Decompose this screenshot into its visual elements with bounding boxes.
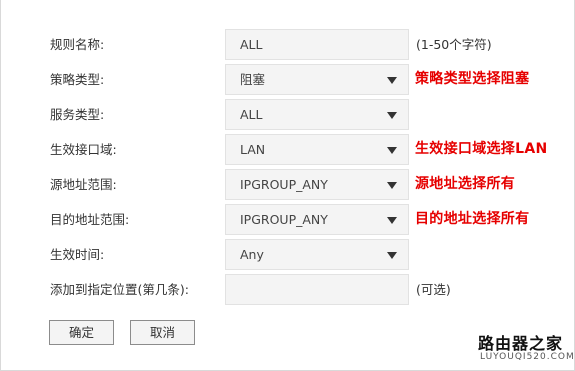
destination-address-label: 目的地址范围: bbox=[50, 212, 130, 227]
service-type-select[interactable]: ALL bbox=[225, 99, 409, 130]
service-type-label: 服务类型: bbox=[50, 107, 105, 122]
confirm-button[interactable]: 确定 bbox=[49, 320, 114, 345]
policy-type-value: 阻塞 bbox=[240, 72, 266, 87]
service-type-value: ALL bbox=[240, 107, 263, 122]
policy-type-select[interactable]: 阻塞 bbox=[225, 64, 409, 95]
destination-address-value: IPGROUP_ANY bbox=[240, 212, 328, 227]
policy-type-label: 策略类型: bbox=[50, 72, 105, 87]
rule-name-hint: (1-50个字符) bbox=[416, 37, 492, 52]
destination-address-note: 目的地址选择所有 bbox=[415, 211, 530, 227]
position-input[interactable] bbox=[225, 274, 409, 305]
position-label: 添加到指定位置(第几条): bbox=[50, 282, 189, 297]
source-address-select[interactable]: IPGROUP_ANY bbox=[225, 169, 409, 200]
watermark-url: LUYOUQI520.COM bbox=[480, 352, 575, 362]
source-address-value: IPGROUP_ANY bbox=[240, 177, 328, 192]
interface-zone-value: LAN bbox=[240, 142, 266, 157]
chevron-down-icon bbox=[387, 77, 397, 84]
chevron-down-icon bbox=[387, 217, 397, 224]
effective-time-value: Any bbox=[240, 247, 264, 262]
effective-time-label: 生效时间: bbox=[50, 247, 105, 262]
chevron-down-icon bbox=[387, 112, 397, 119]
interface-zone-note: 生效接口域选择LAN bbox=[415, 141, 548, 157]
source-address-note: 源地址选择所有 bbox=[415, 176, 516, 192]
position-hint: (可选) bbox=[416, 282, 451, 297]
policy-type-note: 策略类型选择阻塞 bbox=[415, 71, 530, 87]
chevron-down-icon bbox=[387, 147, 397, 154]
rule-name-input[interactable]: ALL bbox=[225, 29, 409, 60]
chevron-down-icon bbox=[387, 182, 397, 189]
source-address-label: 源地址范围: bbox=[50, 177, 117, 192]
rule-name-value: ALL bbox=[240, 37, 263, 52]
cancel-button[interactable]: 取消 bbox=[130, 320, 195, 345]
watermark-logo: 路由器之家 bbox=[478, 334, 564, 353]
destination-address-select[interactable]: IPGROUP_ANY bbox=[225, 204, 409, 235]
chevron-down-icon bbox=[387, 252, 397, 259]
interface-zone-label: 生效接口域: bbox=[50, 142, 117, 157]
interface-zone-select[interactable]: LAN bbox=[225, 134, 409, 165]
effective-time-select[interactable]: Any bbox=[225, 239, 409, 270]
rule-name-label: 规则名称: bbox=[50, 37, 105, 52]
